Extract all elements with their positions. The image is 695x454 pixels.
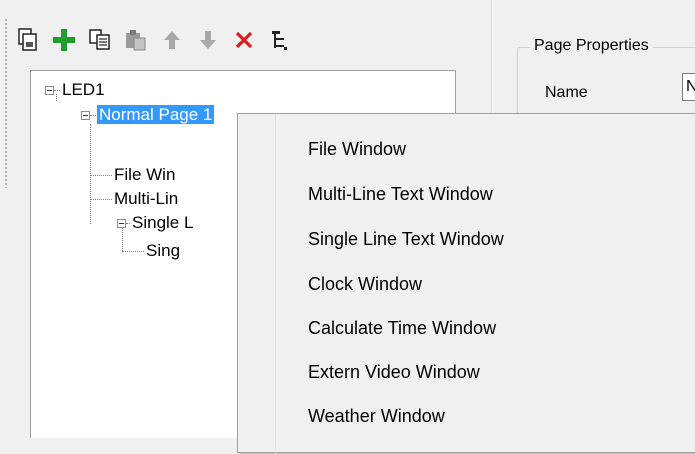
tree-node-led1[interactable]: LED1 [62, 78, 105, 102]
menu-item-clock-window[interactable]: Clock Window [308, 262, 422, 306]
delete-button[interactable] [226, 23, 262, 57]
menu-item-calculate-time-window[interactable]: Calculate Time Window [308, 306, 496, 350]
tree-connector [90, 124, 91, 224]
paste-icon [126, 30, 146, 51]
toolbar [10, 22, 298, 58]
tree-node-label: Single L [132, 213, 194, 232]
menu-item-multi-line-text-window[interactable]: Multi-Line Text Window [308, 172, 493, 216]
context-menu: File Window Multi-Line Text Window Singl… [237, 113, 695, 454]
tree-node-normal-page[interactable]: Normal Page 1 [97, 103, 215, 127]
new-program-icon [18, 28, 37, 51]
tree-node-file-window[interactable]: File Win [114, 163, 175, 187]
tree-connector [90, 175, 112, 176]
tree-connector [54, 90, 60, 91]
tree-connector [122, 251, 144, 252]
paste-button[interactable] [118, 23, 154, 57]
tree-connector [126, 223, 130, 224]
collapse-toggle[interactable] [117, 219, 126, 228]
tree-node-label: Multi-Lin [114, 189, 179, 208]
copy-icon [89, 29, 110, 50]
toolbar-grip[interactable] [4, 18, 8, 188]
delete-icon [235, 31, 253, 49]
collapse-toggle[interactable] [81, 111, 90, 120]
new-program-button[interactable] [10, 23, 46, 57]
copy-button[interactable] [82, 23, 118, 57]
move-up-button[interactable] [154, 23, 190, 57]
tree-node-single-line-item[interactable]: Sing [146, 239, 180, 263]
menu-item-weather-window[interactable]: Weather Window [308, 394, 445, 438]
add-icon [53, 29, 75, 51]
menu-icon-gutter [275, 114, 276, 454]
tree-node-label: Normal Page 1 [97, 105, 215, 124]
tree-node-single-line-window[interactable]: Single L [132, 211, 193, 235]
tree-node-label: Sing [146, 241, 181, 260]
tree-structure-button[interactable] [262, 23, 298, 57]
name-label: Name [545, 84, 588, 101]
menu-item-extern-video-window[interactable]: Extern Video Window [308, 350, 480, 394]
tree-node-label: LED1 [62, 80, 105, 99]
menu-item-file-window[interactable]: File Window [308, 127, 406, 171]
tree-node-label: File Win [114, 165, 176, 184]
tree-node-multi-line-window[interactable]: Multi-Lin [114, 187, 178, 211]
tree-connector [56, 94, 57, 101]
add-button[interactable] [46, 23, 82, 57]
tree-connector [90, 115, 96, 116]
move-up-icon [164, 31, 180, 49]
tree-connector [122, 227, 123, 251]
name-input[interactable]: N [682, 73, 695, 101]
move-down-icon [200, 31, 216, 49]
menu-item-single-line-text-window[interactable]: Single Line Text Window [308, 217, 504, 261]
page-properties-title: Page Properties [530, 36, 653, 56]
tree-connector [90, 199, 112, 200]
tree-structure-icon [272, 31, 287, 50]
collapse-toggle[interactable] [45, 86, 54, 95]
move-down-button[interactable] [190, 23, 226, 57]
